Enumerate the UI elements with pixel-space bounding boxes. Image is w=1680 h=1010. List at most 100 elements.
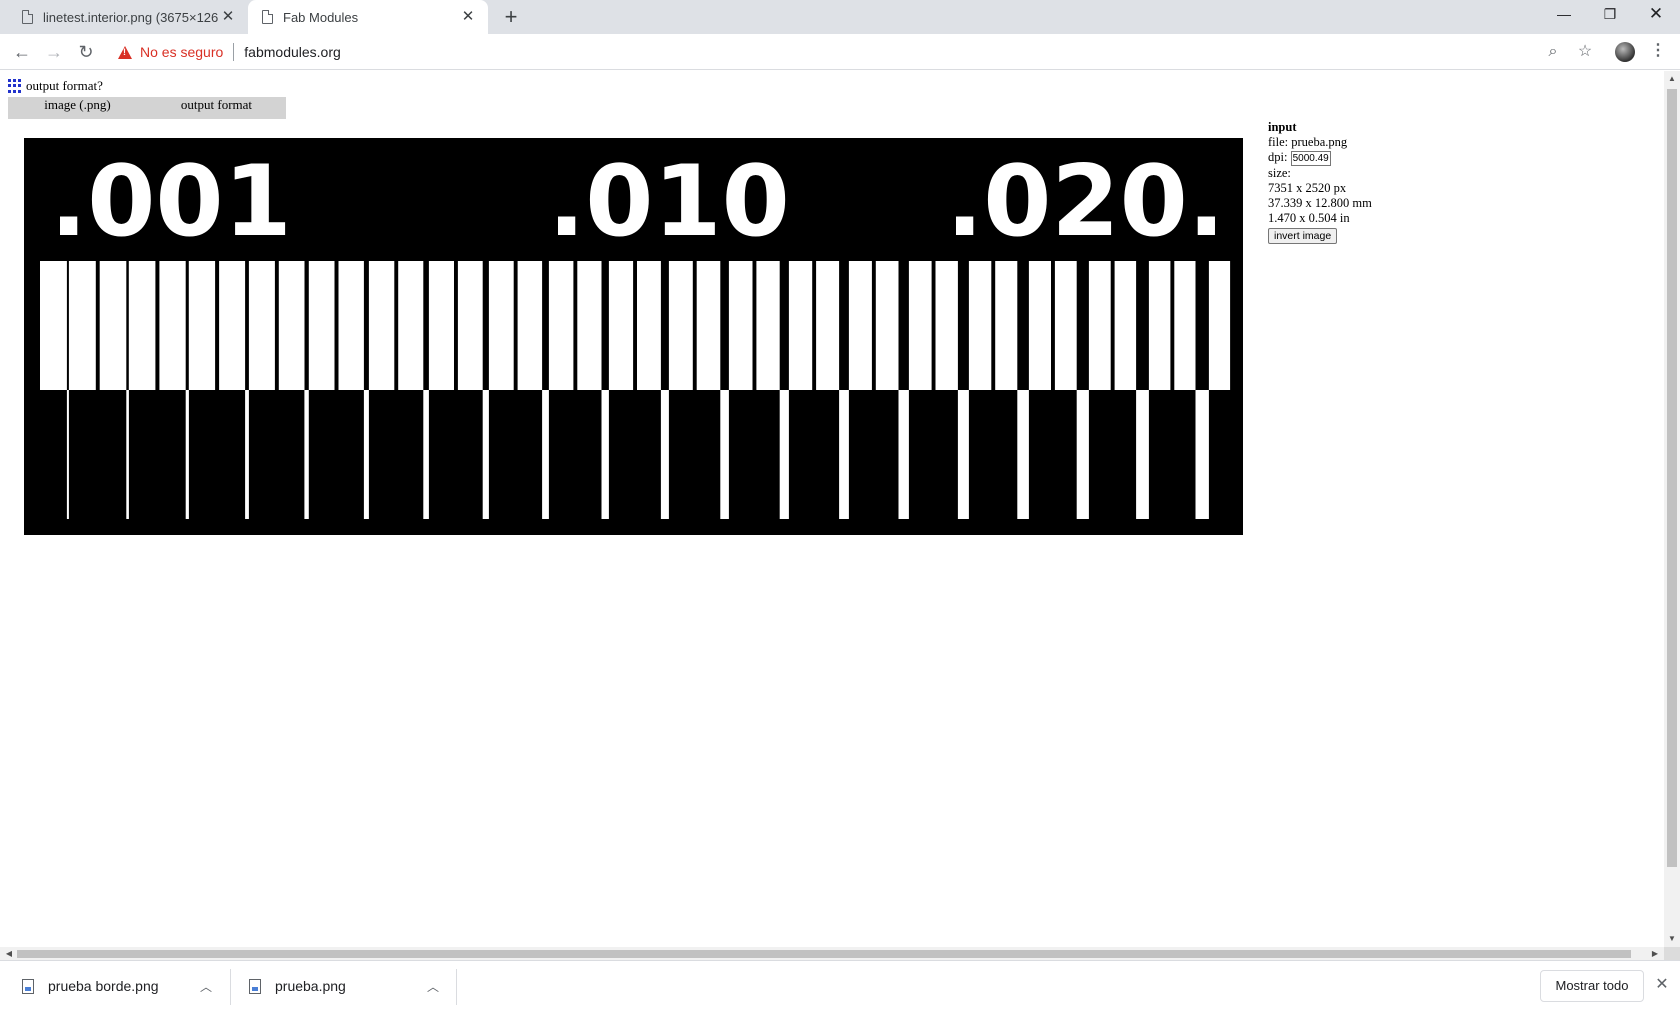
address-bar[interactable]: No es seguro fabmodules.org (110, 38, 1564, 66)
security-status[interactable]: No es seguro (140, 44, 223, 60)
invert-image-button[interactable]: invert image (1268, 227, 1338, 244)
size-label: size: (1268, 165, 1291, 180)
lower-post (542, 390, 549, 519)
back-icon[interactable]: ← (8, 38, 36, 66)
upper-bar-right (428, 261, 454, 390)
dpi-input[interactable] (1290, 150, 1331, 166)
upper-bar-left (577, 261, 602, 390)
download-item[interactable]: prueba.png (249, 969, 346, 1003)
upper-bar-left (756, 261, 780, 390)
bookmark-star-icon[interactable]: ☆ (1571, 38, 1599, 66)
download-filename[interactable]: prueba borde.png (48, 978, 159, 994)
upper-bar-left (40, 261, 67, 390)
warning-icon[interactable] (118, 45, 132, 59)
upper-bar-right (608, 261, 634, 390)
upper-bar-left (875, 261, 899, 390)
lower-post (720, 390, 729, 519)
module-menu-label[interactable]: output format? (26, 78, 103, 94)
show-all-button[interactable]: Mostrar todo (1540, 970, 1644, 1002)
horizontal-scroll-thumb[interactable] (17, 950, 1631, 958)
tab-strip: linetest.interior.png (3675×1260) ✕ Fab … (0, 0, 1680, 34)
zoom-icon[interactable]: ⌕ (1539, 38, 1567, 66)
upper-bar-right (548, 261, 574, 390)
upper-bar-right (848, 261, 872, 390)
url-text[interactable]: fabmodules.org (244, 44, 341, 60)
lower-post (957, 390, 969, 519)
lower-post (185, 390, 189, 519)
lower-post (779, 390, 789, 519)
upper-bar-left (338, 261, 364, 390)
upper-bar-right (188, 261, 216, 390)
upper-bar-left (935, 261, 958, 390)
output-format-row: image (.png) output format (8, 97, 286, 119)
upper-bar-right (248, 261, 275, 390)
input-file: file: prueba.png (1268, 135, 1348, 149)
url-divider (233, 43, 235, 61)
document-icon (262, 10, 273, 24)
image-preview: .001 .010 .020. (24, 138, 1243, 535)
label-020: .020. (946, 145, 1225, 259)
lower-post (1195, 390, 1209, 519)
menu-icon[interactable]: ⋮ (1650, 38, 1666, 66)
lower-post (304, 390, 309, 519)
close-window-icon[interactable]: ✕ (1632, 0, 1680, 30)
size-px: 7351 x 2520 px (1268, 180, 1347, 195)
upper-bar-right (1148, 261, 1171, 390)
upper-bar-left (995, 261, 1018, 390)
new-tab-icon[interactable]: + (498, 4, 524, 30)
close-icon[interactable]: ✕ (1652, 973, 1672, 997)
upper-bar-left (159, 261, 186, 390)
upper-bar-right (968, 261, 992, 390)
output-format-label[interactable]: output format (147, 97, 286, 119)
scroll-down-arrow-icon[interactable]: ▼ (1664, 931, 1680, 947)
tab-linetest[interactable]: linetest.interior.png (3675×1260) ✕ (8, 0, 248, 34)
horizontal-scrollbar[interactable]: ◀ ▶ (0, 947, 1664, 960)
vertical-scroll-thumb[interactable] (1667, 89, 1677, 867)
tab-title: Fab Modules (283, 9, 359, 25)
forward-icon[interactable]: → (40, 38, 68, 66)
upper-bar-right (908, 261, 932, 390)
profile-avatar[interactable] (1615, 42, 1635, 62)
document-icon (22, 10, 33, 24)
reload-icon[interactable]: ↻ (72, 38, 100, 66)
lower-post (1017, 390, 1029, 519)
lower-post (660, 390, 669, 519)
chevron-up-icon[interactable]: ︿ (200, 978, 212, 995)
upper-bar-left (637, 261, 661, 390)
scroll-up-arrow-icon[interactable]: ▲ (1664, 71, 1680, 87)
download-item[interactable]: prueba borde.png (22, 969, 159, 1003)
upper-bar-left (1174, 261, 1196, 390)
lower-post (66, 390, 69, 519)
upper-bar-left (517, 261, 543, 390)
label-001: .001 (50, 145, 292, 259)
lower-post (482, 390, 489, 519)
chevron-up-icon[interactable]: ︿ (427, 978, 439, 995)
upper-bar-right (728, 261, 753, 390)
module-menu[interactable]: output format? (8, 78, 103, 94)
scroll-corner (1664, 947, 1680, 960)
upper-bar-right (1028, 261, 1051, 390)
page-content: output format? image (.png) output forma… (0, 71, 1664, 947)
lower-post (1076, 390, 1089, 519)
lower-post (423, 390, 429, 519)
size-in: 1.470 x 0.504 in (1268, 210, 1350, 225)
tab-fab-modules[interactable]: Fab Modules ✕ (248, 0, 488, 34)
close-tab-icon[interactable]: ✕ (218, 7, 238, 27)
dpi-label: dpi: (1268, 150, 1288, 164)
input-panel: input file: prueba.png dpi: size: 7351 x… (1268, 120, 1372, 244)
download-filename[interactable]: prueba.png (275, 978, 346, 994)
vertical-scrollbar[interactable]: ▲ ▼ (1664, 71, 1680, 947)
upper-bar-left (99, 261, 127, 390)
upper-bar-right (68, 261, 96, 390)
upper-bar-right (368, 261, 395, 390)
output-format-value[interactable]: image (.png) (8, 97, 147, 119)
grid-menu-icon[interactable] (8, 78, 23, 94)
upper-bar-left (816, 261, 840, 390)
scroll-left-arrow-icon[interactable]: ◀ (2, 947, 16, 960)
close-tab-icon[interactable]: ✕ (458, 7, 478, 27)
minimize-icon[interactable]: — (1540, 0, 1588, 30)
upper-bar-left (219, 261, 246, 390)
restore-icon[interactable]: ❐ (1586, 0, 1634, 30)
lower-post (245, 390, 249, 519)
scroll-right-arrow-icon[interactable]: ▶ (1648, 947, 1662, 960)
